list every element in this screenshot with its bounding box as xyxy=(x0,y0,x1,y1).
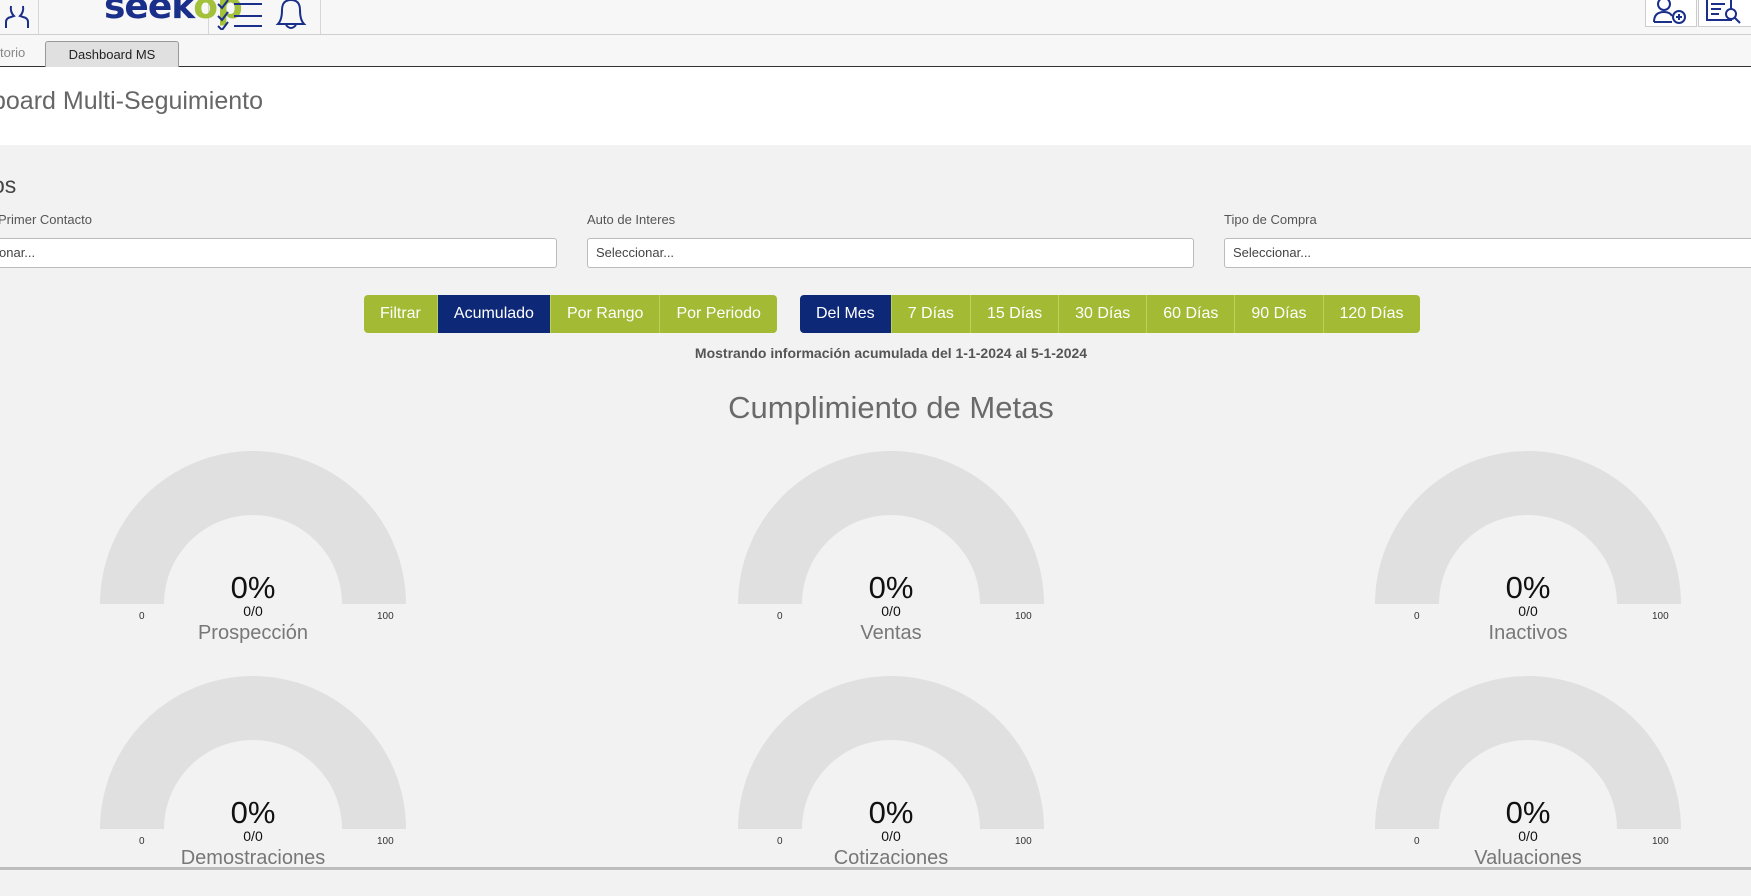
gauge-percent: 0% xyxy=(230,795,276,830)
gauge-max: 100 xyxy=(377,611,394,622)
filter-label-tipo-compra: Tipo de Compra xyxy=(1224,212,1317,227)
period-button-group: Del Mes 7 Días 15 Días 30 Días 60 Días 9… xyxy=(800,295,1420,333)
tab-strip: torio Dashboard MS xyxy=(0,35,1751,67)
120-dias-button[interactable]: 120 Días xyxy=(1323,295,1420,333)
gauge-prospeccion: 0% 0/0 0 100 Prospección xyxy=(93,451,413,671)
60-dias-button[interactable]: 60 Días xyxy=(1147,295,1236,333)
user-menu[interactable] xyxy=(0,0,39,34)
bell-icon[interactable] xyxy=(270,0,312,30)
7-dias-button[interactable]: 7 Días xyxy=(891,295,971,333)
30-dias-button[interactable]: 30 Días xyxy=(1059,295,1148,333)
top-bar: seekop xyxy=(0,0,1751,35)
90-dias-button[interactable]: 90 Días xyxy=(1235,295,1324,333)
gauge-min: 0 xyxy=(777,611,783,622)
section-title: Cumplimiento de Metas xyxy=(728,390,1054,425)
logo-area[interactable]: seekop xyxy=(38,0,243,34)
gauge-cotizaciones: 0% 0/0 0 100 Cotizaciones xyxy=(731,676,1051,896)
mode-button-group: Filtrar Acumulado Por Rango Por Periodo xyxy=(364,295,777,333)
tipo-compra-select[interactable]: Seleccionar... xyxy=(1224,238,1751,268)
primer-contacto-select[interactable]: onar... xyxy=(0,238,557,268)
info-range-text: Mostrando información acumulada del 1-1-… xyxy=(694,345,1088,361)
search-document-button[interactable] xyxy=(1698,0,1751,27)
gauge-max: 100 xyxy=(1015,611,1032,622)
gauge-min: 0 xyxy=(139,611,145,622)
gauge-ventas: 0% 0/0 0 100 Ventas xyxy=(731,451,1051,671)
gauge-valuaciones: 0% 0/0 0 100 Valuaciones xyxy=(1368,676,1688,896)
add-contact-button[interactable] xyxy=(1645,0,1697,27)
gauge-min: 0 xyxy=(1414,611,1420,622)
user-add-icon xyxy=(1653,0,1686,24)
quick-tools xyxy=(208,0,321,34)
user-icon xyxy=(5,5,29,28)
gauge-inactivos: 0% 0/0 0 100 Inactivos xyxy=(1368,451,1688,671)
gauge-label: Ventas xyxy=(860,622,922,644)
gauge-percent: 0% xyxy=(868,570,914,605)
title-band: board Multi-Seguimiento xyxy=(0,67,1751,145)
gauge-percent: 0% xyxy=(868,795,914,830)
tab-previous[interactable]: torio xyxy=(0,45,25,60)
task-list-icon[interactable] xyxy=(216,0,264,30)
gauge-min: 0 xyxy=(139,836,145,847)
gauge-percent: 0% xyxy=(1505,570,1551,605)
gauge-percent: 0% xyxy=(230,570,276,605)
filters-heading: os xyxy=(0,172,17,198)
gauge-percent: 0% xyxy=(1505,795,1551,830)
gauge-max: 100 xyxy=(1015,836,1032,847)
gauge-min: 0 xyxy=(777,836,783,847)
auto-interes-select[interactable]: Seleccionar... xyxy=(587,238,1194,268)
filtrar-button[interactable]: Filtrar xyxy=(364,295,438,333)
gauge-label: Inactivos xyxy=(1488,622,1568,644)
por-rango-button[interactable]: Por Rango xyxy=(550,295,661,333)
gauge-label: Prospección xyxy=(197,622,309,644)
15-dias-button[interactable]: 15 Días xyxy=(970,295,1060,333)
acumulado-button[interactable]: Acumulado xyxy=(437,295,551,333)
filter-label-auto-interes: Auto de Interes xyxy=(587,212,676,227)
gauge-max: 100 xyxy=(1652,611,1669,622)
tab-dashboard-ms[interactable]: Dashboard MS xyxy=(45,41,179,67)
filter-label-primer-contacto: Primer Contacto xyxy=(0,212,92,227)
page-title: board Multi-Seguimiento xyxy=(0,87,263,115)
por-periodo-button[interactable]: Por Periodo xyxy=(660,295,777,333)
del-mes-button[interactable]: Del Mes xyxy=(800,295,892,333)
gauge-max: 100 xyxy=(377,836,394,847)
gauge-min: 0 xyxy=(1414,836,1420,847)
gauge-demostraciones: 0% 0/0 0 100 Demostraciones xyxy=(93,676,413,896)
gauge-max: 100 xyxy=(1652,836,1669,847)
document-search-icon xyxy=(1706,0,1741,24)
